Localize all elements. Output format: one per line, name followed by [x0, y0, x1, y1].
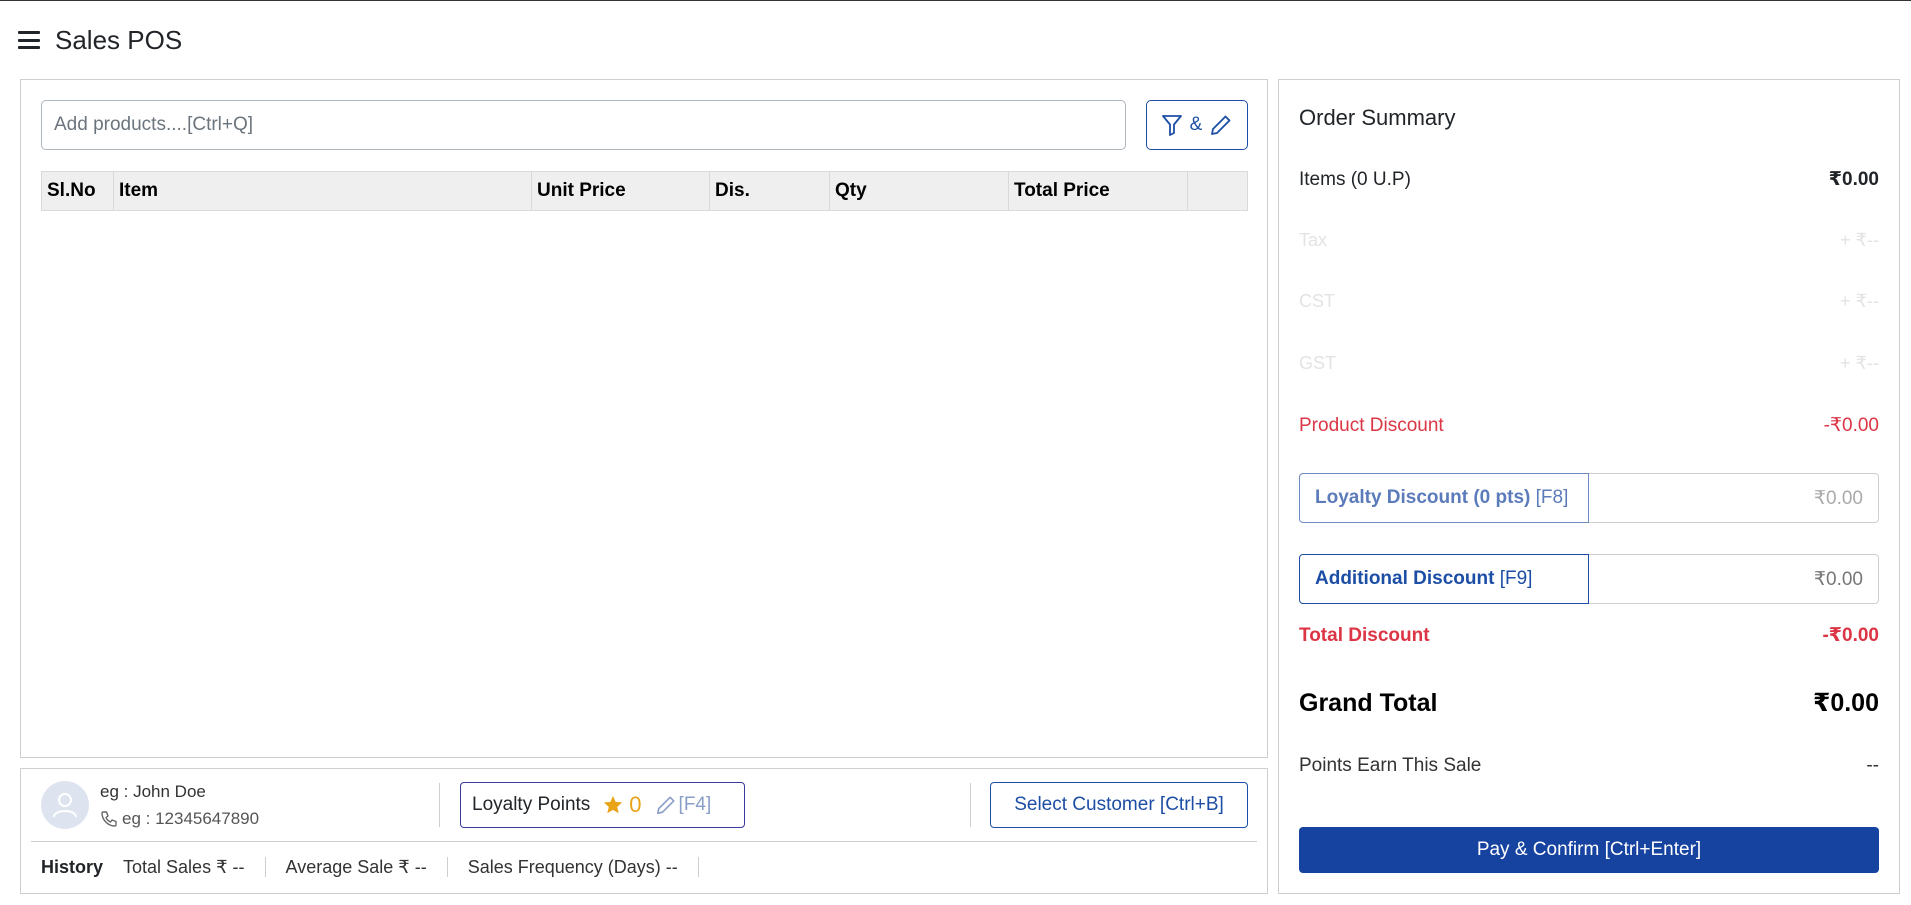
product-discount-row: Product Discount -₹0.00: [1299, 414, 1879, 437]
total-discount-row: Total Discount -₹0.00: [1299, 624, 1879, 647]
column-header-qty: Qty: [830, 172, 1009, 210]
tax-label: Tax: [1299, 230, 1328, 250]
grand-total-value: ₹0.00: [1812, 689, 1879, 717]
items-label: Items (0 U.P): [1299, 168, 1411, 190]
loyalty-points-shortcut: [F4]: [678, 794, 712, 815]
grand-total-label: Grand Total: [1299, 688, 1438, 717]
column-header-slno: Sl.No: [42, 172, 114, 210]
customer-phone: eg : 12345647890: [100, 809, 259, 829]
cst-row: CST + ₹--: [1299, 291, 1879, 312]
tax-value: + ₹--: [1840, 230, 1879, 250]
filter-edit-button[interactable]: &: [1146, 100, 1248, 150]
divider: [439, 783, 440, 827]
gst-row: GST + ₹--: [1299, 353, 1879, 374]
total-discount-label: Total Discount: [1299, 624, 1430, 646]
items-value: ₹0.00: [1828, 169, 1879, 190]
total-discount-value: -₹0.00: [1822, 625, 1879, 646]
tax-row: Tax + ₹--: [1299, 230, 1879, 251]
loyalty-points-box[interactable]: Loyalty Points 0 [F4]: [460, 782, 745, 828]
order-summary-title: Order Summary: [1299, 105, 1456, 130]
grand-total-row: Grand Total ₹0.00: [1299, 688, 1879, 718]
order-summary-panel: Order Summary Items (0 U.P) ₹0.00 Tax + …: [1278, 79, 1900, 894]
loyalty-points-value: 0: [629, 792, 642, 817]
gst-label: GST: [1299, 353, 1337, 373]
sales-frequency-stat: Sales Frequency (Days) --: [446, 857, 699, 877]
column-header-discount: Dis.: [710, 172, 830, 210]
pencil-icon: [1211, 115, 1231, 135]
pencil-icon[interactable]: [656, 795, 676, 815]
loyalty-discount-button[interactable]: Loyalty Discount (0 pts) [F8]: [1299, 473, 1589, 523]
points-earn-value: --: [1866, 755, 1879, 776]
additional-discount-group: Additional Discount [F9]: [1299, 554, 1879, 604]
loyalty-discount-shortcut: [F8]: [1535, 487, 1569, 508]
gst-value: + ₹--: [1840, 353, 1879, 373]
customer-history: History Total Sales ₹ -- Average Sale ₹ …: [41, 851, 699, 883]
customer-phone-text: eg : 12345647890: [122, 809, 260, 828]
filter-edit-separator: &: [1189, 114, 1203, 135]
customer-name: eg : John Doe: [100, 782, 206, 801]
additional-discount-input[interactable]: [1589, 554, 1879, 604]
user-icon: [53, 793, 77, 818]
loyalty-points-label: Loyalty Points: [472, 794, 591, 815]
column-header-total-price: Total Price: [1009, 172, 1188, 210]
product-discount-label: Product Discount: [1299, 414, 1444, 436]
select-customer-button[interactable]: Select Customer [Ctrl+B]: [990, 782, 1248, 828]
phone-icon: [101, 811, 117, 827]
history-label: History: [41, 856, 104, 877]
loyalty-discount-input[interactable]: [1589, 473, 1879, 523]
avatar: [41, 781, 89, 829]
column-header-item: Item: [114, 172, 532, 210]
page-title: Sales POS: [55, 24, 183, 55]
column-header-unit-price: Unit Price: [532, 172, 710, 210]
points-earn-row: Points Earn This Sale --: [1299, 755, 1879, 777]
product-discount-value: -₹0.00: [1823, 415, 1879, 436]
customer-panel: eg : John Doe eg : 12345647890 Loyalty P…: [20, 768, 1268, 894]
average-sale-stat: Average Sale ₹ --: [264, 857, 447, 877]
cst-value: + ₹--: [1840, 291, 1879, 311]
additional-discount-button[interactable]: Additional Discount [F9]: [1299, 554, 1589, 604]
filter-icon: [1161, 115, 1182, 136]
additional-discount-label: Additional Discount: [1315, 568, 1495, 589]
cst-label: CST: [1299, 291, 1335, 311]
top-border: [0, 0, 1911, 1]
divider: [31, 841, 1257, 842]
items-row: Items (0 U.P) ₹0.00: [1299, 168, 1879, 191]
total-sales-stat: Total Sales ₹ --: [123, 857, 245, 877]
column-header-actions: [1188, 172, 1247, 210]
divider: [970, 783, 971, 827]
page-header: Sales POS: [18, 22, 182, 58]
loyalty-discount-group: Loyalty Discount (0 pts) [F8]: [1299, 473, 1879, 523]
menu-icon[interactable]: [18, 31, 40, 49]
cart-table-header: Sl.No Item Unit Price Dis. Qty Total Pri…: [41, 171, 1248, 211]
star-icon: [602, 794, 624, 816]
pay-confirm-button[interactable]: Pay & Confirm [Ctrl+Enter]: [1299, 827, 1879, 873]
additional-discount-shortcut: [F9]: [1499, 568, 1533, 589]
points-earn-label: Points Earn This Sale: [1299, 755, 1482, 776]
products-panel: & Sl.No Item Unit Price Dis. Qty Total P…: [20, 79, 1268, 758]
loyalty-discount-label: Loyalty Discount (0 pts): [1315, 487, 1531, 508]
product-search-input[interactable]: [41, 100, 1126, 150]
